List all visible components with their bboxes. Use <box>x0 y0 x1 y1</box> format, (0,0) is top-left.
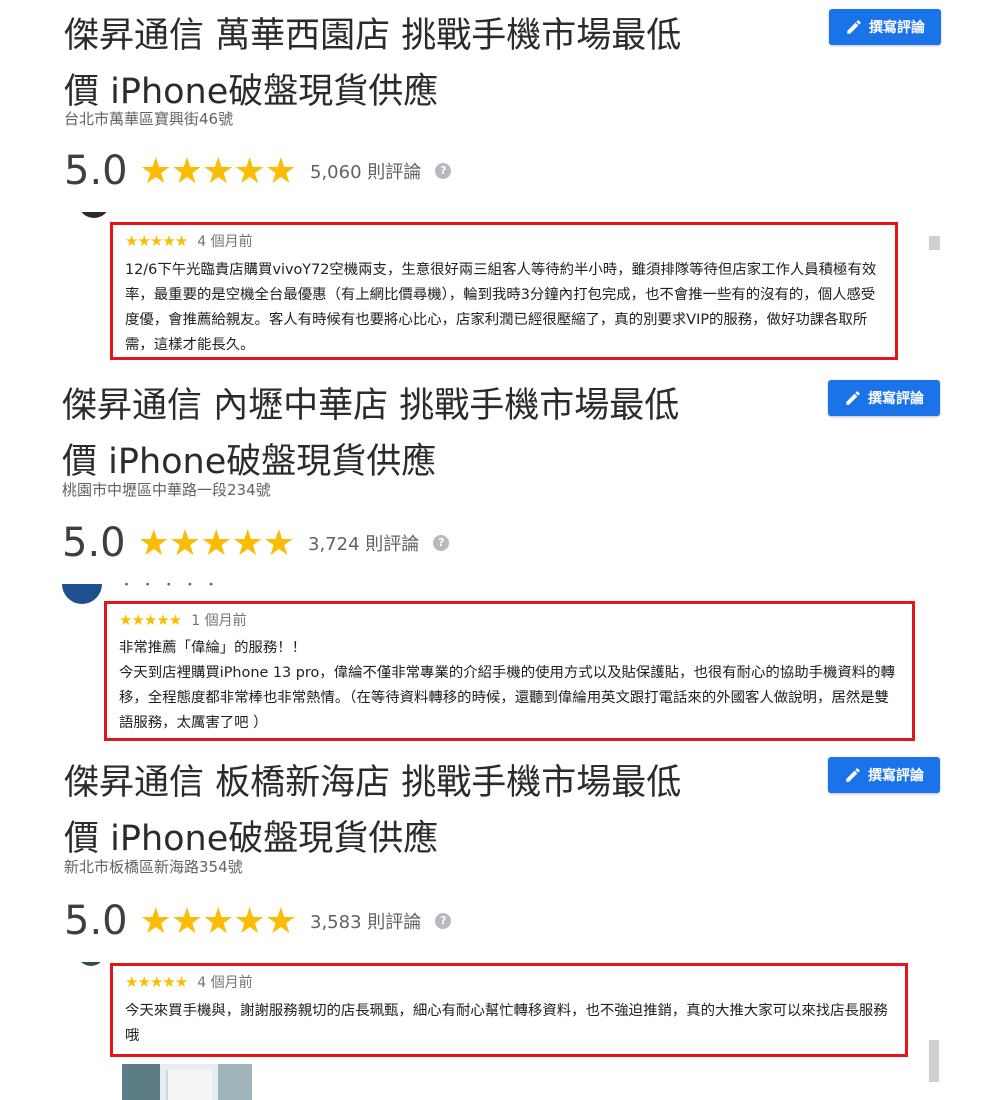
reviewer-avatar <box>62 584 102 606</box>
scrollbar-thumb[interactable] <box>929 1040 939 1082</box>
write-review-label: 撰寫評論 <box>869 20 925 36</box>
highlighted-review: ★★★★★ 1 個月前 非常推薦「偉綸」的服務！！ 今天到店裡購買iPhone … <box>104 601 915 741</box>
photo-shadow <box>218 1064 252 1100</box>
review-stars: ★★★★★ <box>119 611 182 629</box>
write-review-button[interactable]: 撰寫評論 <box>828 757 940 793</box>
highlighted-review: ★★★★★ 4 個月前 12/6下午光臨貴店購買vivoY72空機兩支，生意很好… <box>110 222 898 360</box>
question-icon[interactable]: ? <box>433 535 450 551</box>
review-header: ★★★★★ 4 個月前 <box>125 972 895 992</box>
photo-box <box>166 1070 212 1100</box>
store-title-line1: 傑昇通信 萬華西園店 挑戰手機市場最低 <box>64 16 682 56</box>
review-time: 1 個月前 <box>191 613 247 629</box>
highlighted-review: ★★★★★ 4 個月前 今天來買手機與，謝謝服務親切的店長珮甄，細心有耐心幫忙轉… <box>110 963 908 1057</box>
rating-value: 5.0 <box>62 520 126 566</box>
store-title-line2: 價 iPhone破盤現貨供應 <box>64 819 439 859</box>
store-address: 桃園市中壢區中華路一段234號 <box>62 481 271 499</box>
rating-value: 5.0 <box>64 898 128 944</box>
store-title-line2: 價 iPhone破盤現貨供應 <box>64 72 439 112</box>
review-count-link[interactable]: 3,724 則評論 <box>308 530 419 556</box>
reviewer-meta-peek: ・ ・ ・ ・ ・ <box>120 582 300 588</box>
store-title: 傑昇通信 萬華西園店 挑戰手機市場最低 價 iPhone破盤現貨供應 <box>64 8 764 120</box>
rating-summary: 5.0 ★★★★★ 5,060 則評論 ? <box>64 148 452 194</box>
review-stars: ★★★★★ <box>125 232 188 250</box>
rating-stars: ★★★★★ <box>139 900 297 942</box>
review-paragraph: 非常推薦「偉綸」的服務！！ <box>119 640 307 656</box>
store-title: 傑昇通信 板橋新海店 挑戰手機市場最低 價 iPhone破盤現貨供應 <box>64 755 764 867</box>
write-review-label: 撰寫評論 <box>868 768 924 784</box>
photo-shelf <box>122 1064 160 1100</box>
review-text: 非常推薦「偉綸」的服務！！ 今天到店裡購買iPhone 13 pro，偉綸不僅非… <box>119 636 902 736</box>
rating-stars: ★★★★★ <box>137 522 295 564</box>
reviewer-avatar <box>76 962 106 968</box>
store-title-line1: 傑昇通信 內壢中華店 挑戰手機市場最低 <box>62 386 680 426</box>
store-card: 傑昇通信 板橋新海店 挑戰手機市場最低 價 iPhone破盤現貨供應 新北市板橋… <box>0 750 1000 1100</box>
review-header: ★★★★★ 4 個月前 <box>125 231 885 251</box>
review-header: ★★★★★ 1 個月前 <box>119 610 902 630</box>
store-title: 傑昇通信 內壢中華店 挑戰手機市場最低 價 iPhone破盤現貨供應 <box>62 378 762 490</box>
review-stars: ★★★★★ <box>125 973 188 991</box>
write-review-label: 撰寫評論 <box>868 391 924 407</box>
question-icon[interactable]: ? <box>435 163 452 179</box>
question-icon[interactable]: ? <box>435 913 452 929</box>
pencil-icon <box>845 18 863 36</box>
pencil-icon <box>844 389 862 407</box>
scrollbar-thumb[interactable] <box>929 236 940 250</box>
review-text: 今天來買手機與，謝謝服務親切的店長珮甄，細心有耐心幫忙轉移資料，也不強迫推銷，真… <box>125 1003 888 1044</box>
review-paragraph: 今天到店裡購買iPhone 13 pro，偉綸不僅非常專業的介紹手機的使用方式以… <box>119 665 895 731</box>
store-address: 新北市板橋區新海路354號 <box>64 858 243 876</box>
store-card: 傑昇通信 萬華西園店 挑戰手機市場最低 價 iPhone破盤現貨供應 台北市萬華… <box>0 0 1000 370</box>
store-card: 傑昇通信 內壢中華店 挑戰手機市場最低 價 iPhone破盤現貨供應 桃園市中壢… <box>0 372 1000 747</box>
review-time: 4 個月前 <box>197 234 253 250</box>
write-review-button[interactable]: 撰寫評論 <box>829 9 941 45</box>
rating-value: 5.0 <box>64 148 128 194</box>
store-address: 台北市萬華區寶興街46號 <box>64 110 234 128</box>
rating-stars: ★★★★★ <box>139 150 297 192</box>
review-count-link[interactable]: 3,583 則評論 <box>310 908 421 934</box>
rating-summary: 5.0 ★★★★★ 3,583 則評論 ? <box>64 898 452 944</box>
store-title-line1: 傑昇通信 板橋新海店 挑戰手機市場最低 <box>64 763 682 803</box>
reviewer-avatar <box>78 212 110 220</box>
store-title-line2: 價 iPhone破盤現貨供應 <box>62 442 437 482</box>
write-review-button[interactable]: 撰寫評論 <box>828 380 940 416</box>
rating-summary: 5.0 ★★★★★ 3,724 則評論 ? <box>62 520 450 566</box>
review-time: 4 個月前 <box>197 975 253 991</box>
review-count-link[interactable]: 5,060 則評論 <box>310 158 421 184</box>
review-text: 12/6下午光臨貴店購買vivoY72空機兩支，生意很好兩三組客人等待約半小時，… <box>125 262 877 353</box>
review-photo[interactable] <box>122 1064 252 1100</box>
pencil-icon <box>844 766 862 784</box>
